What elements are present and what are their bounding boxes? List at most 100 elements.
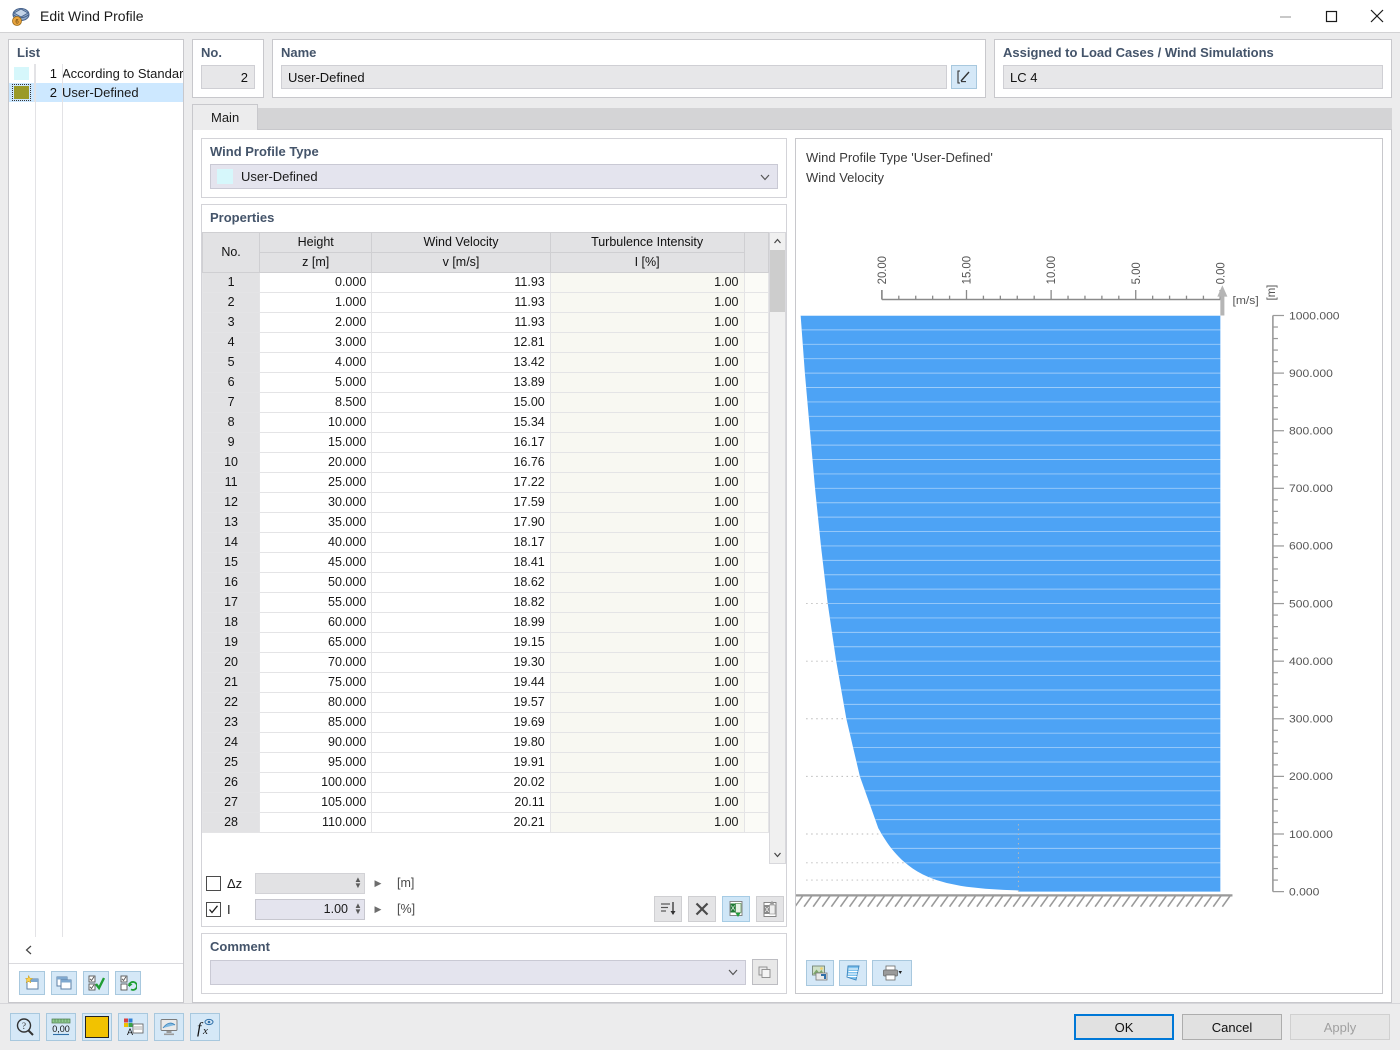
cell-turbulence[interactable]: 1.00 — [549, 372, 745, 393]
cell-height[interactable]: 50.000 — [259, 572, 373, 593]
table-row[interactable]: 8 10.000 15.34 1.00 — [202, 412, 769, 433]
minimize-icon[interactable] — [1262, 0, 1308, 32]
cell-height[interactable]: 95.000 — [259, 752, 373, 773]
scroll-down-icon[interactable] — [770, 846, 785, 863]
cell-height[interactable]: 65.000 — [259, 632, 373, 653]
help-icon[interactable]: ? — [10, 1013, 40, 1041]
cell-spacer[interactable] — [743, 652, 769, 673]
export-excel-icon[interactable]: X — [756, 896, 784, 922]
properties-table-scroll[interactable]: No. Height Wind Velocity Turbulence Inte… — [202, 232, 769, 864]
cell-turbulence[interactable]: 1.00 — [549, 572, 745, 593]
cell-spacer[interactable] — [743, 332, 769, 353]
cell-turbulence[interactable]: 1.00 — [549, 592, 745, 613]
cell-velocity[interactable]: 19.80 — [371, 732, 551, 753]
cell-turbulence[interactable]: 1.00 — [549, 712, 745, 733]
cell-height[interactable]: 105.000 — [259, 792, 373, 813]
cell-turbulence[interactable]: 1.00 — [549, 392, 745, 413]
cell-height[interactable]: 100.000 — [259, 772, 373, 793]
cell-turbulence[interactable]: 1.00 — [549, 292, 745, 313]
name-field[interactable]: User-Defined — [281, 65, 947, 89]
cell-velocity[interactable]: 15.00 — [371, 392, 551, 413]
cell-turbulence[interactable]: 1.00 — [549, 732, 745, 753]
cell-turbulence[interactable]: 1.00 — [549, 472, 745, 493]
table-row[interactable]: 11 25.000 17.22 1.00 — [202, 472, 769, 493]
tab-main[interactable]: Main — [192, 104, 259, 130]
copy-comment-icon[interactable] — [752, 959, 778, 985]
list-collapse-button[interactable] — [9, 937, 183, 963]
cell-velocity[interactable]: 11.93 — [371, 292, 551, 313]
render-icon[interactable] — [839, 960, 867, 986]
cell-velocity[interactable]: 20.02 — [371, 772, 551, 793]
cell-height[interactable]: 3.000 — [259, 332, 373, 353]
cell-turbulence[interactable]: 1.00 — [549, 752, 745, 773]
table-row[interactable]: 24 90.000 19.80 1.00 — [202, 732, 769, 753]
cell-velocity[interactable]: 19.91 — [371, 752, 551, 773]
cell-spacer[interactable] — [743, 452, 769, 473]
ok-button[interactable]: OK — [1074, 1014, 1174, 1040]
cell-spacer[interactable] — [743, 352, 769, 373]
table-row[interactable]: 7 8.500 15.00 1.00 — [202, 392, 769, 413]
table-row[interactable]: 21 75.000 19.44 1.00 — [202, 672, 769, 693]
cell-turbulence[interactable]: 1.00 — [549, 352, 745, 373]
scroll-thumb[interactable] — [770, 250, 785, 312]
cell-turbulence[interactable]: 1.00 — [549, 332, 745, 353]
cell-height[interactable]: 90.000 — [259, 732, 373, 753]
cell-spacer[interactable] — [743, 752, 769, 773]
cell-velocity[interactable]: 19.57 — [371, 692, 551, 713]
intensity-expand-icon[interactable]: ▶ — [371, 904, 385, 915]
table-vertical-scrollbar[interactable] — [769, 232, 786, 864]
cell-spacer[interactable] — [743, 612, 769, 633]
table-row[interactable]: 2 1.000 11.93 1.00 — [202, 292, 769, 313]
chart-canvas[interactable]: 20.00 15.00 10.00 5.00 0.00 [m/s] 0.000 100.000… — [796, 188, 1382, 953]
cell-velocity[interactable]: 17.59 — [371, 492, 551, 513]
cell-spacer[interactable] — [743, 792, 769, 813]
cell-spacer[interactable] — [743, 692, 769, 713]
cell-turbulence[interactable]: 1.00 — [549, 432, 745, 453]
cell-spacer[interactable] — [743, 312, 769, 333]
cell-spacer[interactable] — [743, 392, 769, 413]
cell-height[interactable]: 75.000 — [259, 672, 373, 693]
comment-input[interactable] — [210, 959, 746, 985]
cell-velocity[interactable]: 18.99 — [371, 612, 551, 633]
display-properties-icon[interactable]: A — [118, 1013, 148, 1041]
cell-turbulence[interactable]: 1.00 — [549, 772, 745, 793]
cell-turbulence[interactable]: 1.00 — [549, 512, 745, 533]
cell-velocity[interactable]: 16.17 — [371, 432, 551, 453]
table-row[interactable]: 27 105.000 20.11 1.00 — [202, 792, 769, 813]
cell-turbulence[interactable]: 1.00 — [549, 652, 745, 673]
cell-turbulence[interactable]: 1.00 — [549, 612, 745, 633]
cell-velocity[interactable]: 18.17 — [371, 532, 551, 553]
intensity-value[interactable]: 1.00 — [256, 902, 352, 916]
cell-velocity[interactable]: 11.93 — [371, 312, 551, 333]
copy-icon[interactable] — [51, 971, 77, 995]
table-row[interactable]: 28 110.000 20.21 1.00 — [202, 812, 769, 833]
scroll-up-icon[interactable] — [770, 233, 785, 250]
cell-spacer[interactable] — [743, 632, 769, 653]
cell-height[interactable]: 60.000 — [259, 612, 373, 633]
cell-height[interactable]: 0.000 — [259, 272, 373, 293]
cell-velocity[interactable]: 13.42 — [371, 352, 551, 373]
delta-z-stepper[interactable]: ▲ ▼ — [255, 872, 365, 894]
cell-velocity[interactable]: 19.44 — [371, 672, 551, 693]
cell-turbulence[interactable]: 1.00 — [549, 632, 745, 653]
table-row[interactable]: 5 4.000 13.42 1.00 — [202, 352, 769, 373]
import-excel-icon[interactable]: X — [722, 896, 750, 922]
select-all-icon[interactable] — [83, 971, 109, 995]
invert-selection-icon[interactable] — [115, 971, 141, 995]
print-icon[interactable] — [872, 960, 912, 986]
cell-spacer[interactable] — [743, 492, 769, 513]
cell-spacer[interactable] — [743, 372, 769, 393]
cell-height[interactable]: 15.000 — [259, 432, 373, 453]
view-icon[interactable] — [154, 1013, 184, 1041]
cell-spacer[interactable] — [743, 592, 769, 613]
cell-turbulence[interactable]: 1.00 — [549, 272, 745, 293]
cell-height[interactable]: 20.000 — [259, 452, 373, 473]
cell-turbulence[interactable]: 1.00 — [549, 312, 745, 333]
apply-button[interactable]: Apply — [1290, 1014, 1390, 1040]
cell-spacer[interactable] — [743, 672, 769, 693]
table-row[interactable]: 12 30.000 17.59 1.00 — [202, 492, 769, 513]
intensity-checkbox[interactable] — [206, 901, 221, 917]
new-icon[interactable] — [19, 971, 45, 995]
cell-velocity[interactable]: 20.11 — [371, 792, 551, 813]
cell-velocity[interactable]: 18.41 — [371, 552, 551, 573]
